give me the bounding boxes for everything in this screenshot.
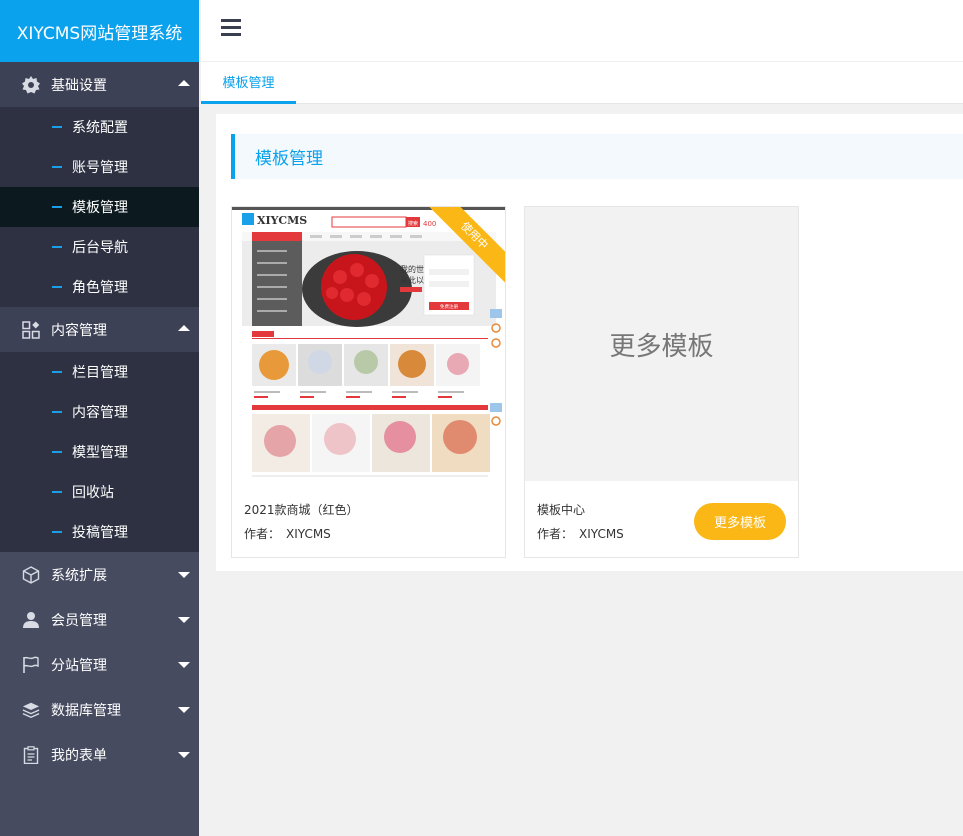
preview-banner-line-1: 我的世 xyxy=(400,264,424,274)
sidebar-item-label: 内容管理 xyxy=(72,405,128,421)
menu-group-members: 会员管理 xyxy=(0,597,199,642)
dash-icon xyxy=(52,286,62,288)
menu-group-label: 内容管理 xyxy=(51,322,107,339)
section-title: 模板管理 xyxy=(231,134,963,179)
sidebar-item-submissions[interactable]: 投稿管理 xyxy=(0,512,199,552)
submenu-basic-settings: 系统配置 账号管理 模板管理 后台导航 角色管理 xyxy=(0,107,199,307)
dash-icon xyxy=(52,491,62,493)
template-card[interactable]: XIYCMS 搜索 400 我的世 从此以 免费注册 使用中 2021款商城（红… xyxy=(231,206,506,558)
sidebar-item-label: 系统配置 xyxy=(72,120,128,136)
app-title: XIYCMS网站管理系统 xyxy=(0,0,199,62)
author-value: XIYCMS xyxy=(579,527,624,541)
sidebar-item-recycle[interactable]: 回收站 xyxy=(0,472,199,512)
template-center-name: 模板中心 xyxy=(537,503,586,517)
dash-icon xyxy=(52,206,62,208)
dash-icon xyxy=(52,451,62,453)
author-value: XIYCMS xyxy=(286,527,331,541)
dash-icon xyxy=(52,166,62,168)
menu-group-label: 基础设置 xyxy=(51,77,107,94)
submenu-content: 栏目管理 内容管理 模型管理 回收站 投稿管理 xyxy=(0,352,199,552)
flag-icon xyxy=(22,656,40,674)
user-icon xyxy=(22,611,40,629)
cube-icon xyxy=(22,565,40,584)
clipboard-icon xyxy=(22,745,40,764)
chevron-down-icon xyxy=(178,572,190,578)
menu-group-header-extensions[interactable]: 系统扩展 xyxy=(0,552,199,597)
top-bar xyxy=(201,0,963,62)
chevron-up-icon xyxy=(178,80,190,86)
menu-group-label: 我的表单 xyxy=(51,747,107,764)
chevron-down-icon xyxy=(178,662,190,668)
dash-icon xyxy=(52,531,62,533)
menu-group-extensions: 系统扩展 xyxy=(0,552,199,597)
template-author: 作者： XIYCMS xyxy=(537,525,624,542)
dash-icon xyxy=(52,411,62,413)
menu-toggle-icon[interactable] xyxy=(221,19,241,37)
template-author: 作者： XIYCMS xyxy=(244,525,331,542)
dash-icon xyxy=(52,246,62,248)
preview-logo-text: XIYCMS xyxy=(257,214,307,227)
menu-group-label: 分站管理 xyxy=(51,657,107,674)
chevron-down-icon xyxy=(178,752,190,758)
grid-icon xyxy=(22,320,40,339)
sidebar-item-label: 栏目管理 xyxy=(72,365,128,381)
menu-group-header-basic-settings[interactable]: 基础设置 xyxy=(0,62,199,107)
menu-group-substations: 分站管理 xyxy=(0,642,199,687)
author-label: 作者： xyxy=(244,527,281,541)
menu-group-forms: 我的表单 xyxy=(0,732,199,777)
gear-icon xyxy=(22,75,40,94)
menu-group-label: 系统扩展 xyxy=(51,567,107,584)
sidebar: XIYCMS网站管理系统 基础设置 系统配置 账号管理 模板管理 后台导航 角色… xyxy=(0,0,199,836)
database-icon xyxy=(22,701,40,719)
sidebar-item-label: 投稿管理 xyxy=(72,525,128,541)
menu-group-label: 会员管理 xyxy=(51,612,107,629)
sidebar-item-label: 后台导航 xyxy=(72,240,128,256)
more-templates-button[interactable]: 更多模板 xyxy=(694,503,786,540)
dash-icon xyxy=(52,126,62,128)
author-label: 作者： xyxy=(537,527,574,541)
menu-group-basic-settings: 基础设置 系统配置 账号管理 模板管理 后台导航 角色管理 xyxy=(0,62,199,307)
menu-group-label: 数据库管理 xyxy=(51,702,121,719)
menu-group-header-forms[interactable]: 我的表单 xyxy=(0,732,199,777)
sidebar-item-admin-nav[interactable]: 后台导航 xyxy=(0,227,199,267)
menu-group-content: 内容管理 栏目管理 内容管理 模型管理 回收站 投稿管理 xyxy=(0,307,199,552)
sidebar-item-contents[interactable]: 内容管理 xyxy=(0,392,199,432)
chevron-down-icon xyxy=(178,707,190,713)
preview-search-button: 搜索 xyxy=(408,220,418,227)
preview-login-button: 免费注册 xyxy=(440,303,458,310)
sidebar-item-columns[interactable]: 栏目管理 xyxy=(0,352,199,392)
sidebar-item-label: 模型管理 xyxy=(72,445,128,461)
template-name: 2021款商城（红色） xyxy=(244,503,359,517)
template-thumbnail[interactable]: XIYCMS 搜索 400 我的世 从此以 免费注册 使用中 xyxy=(232,207,505,481)
preview-phone: 400 xyxy=(423,220,436,228)
template-center-card: 更多模板 模板中心 作者： XIYCMS 更多模板 xyxy=(524,206,799,558)
menu-group-header-substations[interactable]: 分站管理 xyxy=(0,642,199,687)
menu-group-header-database[interactable]: 数据库管理 xyxy=(0,687,199,732)
menu-group-database: 数据库管理 xyxy=(0,687,199,732)
dash-icon xyxy=(52,371,62,373)
chevron-up-icon xyxy=(178,325,190,331)
sidebar-item-label: 角色管理 xyxy=(72,280,128,296)
sidebar-item-accounts[interactable]: 账号管理 xyxy=(0,147,199,187)
tab-bar: 模板管理 xyxy=(201,62,963,104)
sidebar-item-roles[interactable]: 角色管理 xyxy=(0,267,199,307)
sidebar-item-models[interactable]: 模型管理 xyxy=(0,432,199,472)
preview-banner-line-2: 从此以 xyxy=(400,275,424,285)
sidebar-item-templates[interactable]: 模板管理 xyxy=(0,187,199,227)
menu-group-header-members[interactable]: 会员管理 xyxy=(0,597,199,642)
sidebar-item-label: 账号管理 xyxy=(72,160,128,176)
content-panel: 模板管理 XIYCMS 搜索 400 我的世 从此以 免费注册 使用中 2021… xyxy=(216,114,963,571)
sidebar-item-system-config[interactable]: 系统配置 xyxy=(0,107,199,147)
more-templates-placeholder[interactable]: 更多模板 xyxy=(525,207,798,481)
menu-group-header-content[interactable]: 内容管理 xyxy=(0,307,199,352)
sidebar-item-label: 回收站 xyxy=(72,485,114,501)
chevron-down-icon xyxy=(178,617,190,623)
sidebar-item-label: 模板管理 xyxy=(72,200,128,216)
tab-template-management[interactable]: 模板管理 xyxy=(201,62,296,104)
